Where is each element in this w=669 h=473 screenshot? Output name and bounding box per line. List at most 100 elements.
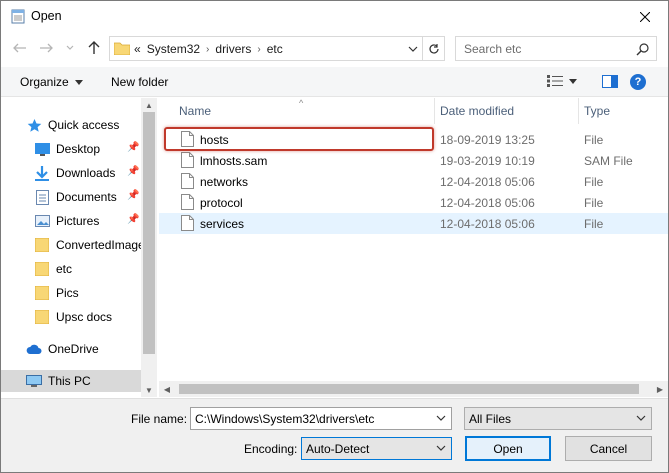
file-date: 19-03-2019 10:19 (440, 154, 535, 168)
nav-label: Pics (56, 286, 79, 300)
organize-label: Organize (20, 75, 69, 89)
document-icon (34, 189, 50, 205)
nav-label: Downloads (56, 166, 116, 180)
breadcrumb-item-system32[interactable]: System32 (147, 42, 200, 56)
cloud-icon (26, 341, 42, 357)
horizontal-scrollbar-thumb[interactable] (179, 384, 639, 394)
file-icon (181, 215, 194, 231)
nav-label: Quick access (48, 118, 120, 132)
pin-icon: 📌 (127, 142, 140, 153)
folder-icon (114, 42, 130, 55)
folder-icon (34, 237, 50, 253)
breadcrumb-item-etc[interactable]: etc (267, 42, 283, 56)
file-name: lmhosts.sam (200, 154, 268, 168)
toolbar: Organize New folder ? (1, 67, 668, 97)
filename-value: C:\Windows\System32\drivers\etc (195, 411, 375, 426)
cancel-button[interactable]: Cancel (565, 436, 652, 461)
nav-item-etc[interactable]: etc (34, 258, 157, 280)
close-icon (640, 11, 650, 22)
nav-label: Pictures (56, 214, 100, 228)
details-view-icon (547, 75, 563, 87)
chevron-down-icon[interactable] (435, 412, 447, 424)
nav-label: This PC (48, 374, 91, 388)
search-box[interactable]: Search etc (455, 36, 657, 61)
filetype-select[interactable]: All Files (464, 407, 652, 430)
up-button[interactable] (85, 39, 103, 57)
column-header-date-modified[interactable]: Date modified (440, 98, 514, 124)
file-row-lmhosts[interactable]: lmhosts.sam 19-03-2019 10:19 SAM File (159, 150, 668, 171)
preview-pane-icon[interactable] (602, 75, 618, 88)
nav-label: OneDrive (48, 342, 99, 356)
dialog-footer: File name: C:\Windows\System32\drivers\e… (1, 398, 668, 472)
filename-input[interactable]: C:\Windows\System32\drivers\etc (190, 407, 452, 430)
nav-item-documents[interactable]: Documents 📌 (34, 186, 157, 208)
chevron-down-icon (408, 46, 418, 52)
search-icon (636, 43, 649, 56)
help-icon[interactable]: ? (630, 74, 646, 90)
nav-scrollbar-thumb[interactable] (143, 112, 155, 354)
nav-item-quick-access[interactable]: Quick access (26, 114, 157, 136)
sort-ascending-icon: ^ (299, 98, 304, 108)
filename-label: File name: (131, 412, 188, 426)
caret-down-icon (74, 79, 83, 85)
horizontal-scrollbar[interactable]: ◀ ▶ (159, 381, 668, 397)
file-list: ^ Name Date modified Type hosts 18-09-20… (159, 98, 668, 397)
arrow-right-icon (40, 43, 53, 53)
notepad-icon (11, 9, 25, 24)
column-divider[interactable] (434, 98, 435, 124)
file-type: File (584, 217, 604, 231)
nav-label: Desktop (56, 142, 101, 156)
file-type: File (584, 175, 604, 189)
column-header-name[interactable]: Name (179, 98, 211, 124)
scroll-left-icon[interactable]: ◀ (159, 381, 175, 397)
file-row-services[interactable]: services 12-04-2018 05:06 File (159, 213, 668, 234)
nav-item-pics[interactable]: Pics (34, 282, 157, 304)
scroll-right-icon[interactable]: ▶ (652, 381, 668, 397)
file-name: protocol (200, 196, 243, 210)
forward-button[interactable] (37, 39, 55, 57)
nav-label: Upsc docs (56, 310, 113, 324)
column-divider[interactable] (578, 98, 579, 124)
chevron-right-icon[interactable]: › (257, 44, 260, 55)
caret-down-icon (569, 78, 577, 84)
nav-item-convertedimage[interactable]: ConvertedImage (34, 234, 157, 256)
breadcrumb-item-drivers[interactable]: drivers (215, 42, 251, 56)
breadcrumb: « System32 › drivers › etc (134, 42, 283, 56)
file-row-protocol[interactable]: protocol 12-04-2018 05:06 File (159, 192, 668, 213)
nav-item-upsc-docs[interactable]: Upsc docs (34, 306, 157, 328)
scroll-down-icon[interactable]: ▼ (141, 383, 157, 397)
file-type: File (584, 196, 604, 210)
filetype-value: All Files (469, 411, 512, 426)
nav-scrollbar[interactable]: ▲ ▼ (141, 98, 157, 397)
address-dropdown-button[interactable] (406, 42, 420, 56)
picture-icon (34, 213, 50, 229)
breadcrumb-overflow[interactable]: « (134, 42, 141, 56)
back-button[interactable] (11, 39, 29, 57)
folder-icon (34, 261, 50, 277)
file-date: 12-04-2018 05:06 (440, 196, 535, 210)
chevron-down-icon (635, 412, 647, 424)
file-type: File (584, 133, 604, 147)
nav-item-pictures[interactable]: Pictures 📌 (34, 210, 157, 232)
nav-item-downloads[interactable]: Downloads 📌 (34, 162, 157, 184)
search-input[interactable]: Search etc (464, 42, 521, 56)
change-view-button[interactable] (547, 75, 577, 87)
open-button[interactable]: Open (465, 436, 551, 461)
chevron-right-icon[interactable]: › (206, 44, 209, 55)
close-button[interactable] (622, 1, 668, 32)
column-header-type[interactable]: Type (584, 98, 610, 124)
scroll-up-icon[interactable]: ▲ (141, 98, 157, 112)
folder-icon (34, 309, 50, 325)
refresh-button[interactable] (422, 37, 444, 60)
organize-button[interactable]: Organize (20, 75, 83, 89)
recent-locations-button[interactable] (61, 39, 79, 57)
nav-item-this-pc[interactable]: This PC (1, 370, 141, 392)
nav-item-onedrive[interactable]: OneDrive (26, 338, 157, 360)
address-bar[interactable]: « System32 › drivers › etc (109, 36, 445, 61)
new-folder-button[interactable]: New folder (111, 75, 168, 89)
file-row-networks[interactable]: networks 12-04-2018 05:06 File (159, 171, 668, 192)
encoding-value: Auto-Detect (306, 441, 370, 456)
encoding-select[interactable]: Auto-Detect (301, 437, 452, 460)
nav-item-desktop[interactable]: Desktop 📌 (34, 138, 157, 160)
nav-label: ConvertedImage (56, 238, 145, 252)
